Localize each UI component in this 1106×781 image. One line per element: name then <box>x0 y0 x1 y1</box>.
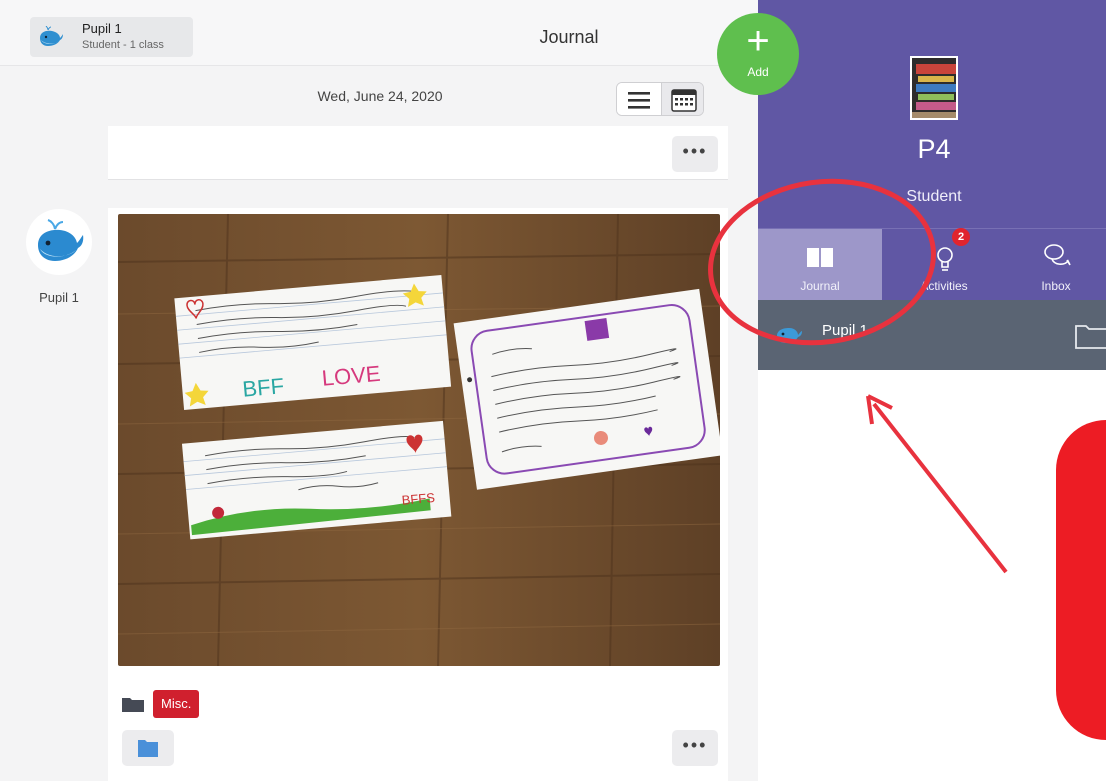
top-bar: Pupil 1 Student - 1 class Journal <box>0 0 758 66</box>
view-toggle <box>616 82 704 116</box>
annotation-arrowhead <box>866 394 893 425</box>
tab-inbox[interactable]: Inbox <box>1006 229 1106 301</box>
post-card: BFF LOVE BFFS Misc. ••• <box>108 208 728 781</box>
add-button-label: Add <box>747 65 769 79</box>
plus-icon: + <box>746 19 770 63</box>
date-row: Wed, June 24, 2020 <box>0 66 758 126</box>
student-strip[interactable]: Pupil 1 <box>758 300 1106 370</box>
student-name: Pupil 1 <box>822 322 868 339</box>
profile-panel: P4 Student <box>758 0 1106 228</box>
folder-icon[interactable] <box>1074 320 1106 350</box>
lightbulb-icon <box>937 247 953 271</box>
more-options-button[interactable]: ••• <box>672 730 718 766</box>
annotation-arrow <box>872 402 1008 574</box>
author-name: Pupil 1 <box>39 290 79 305</box>
calendar-icon <box>671 89 697 112</box>
photo-notes-image: BFF LOVE BFFS <box>118 214 720 666</box>
tab-label: Inbox <box>1041 279 1071 293</box>
tab-activities[interactable]: Activities <box>882 229 1006 301</box>
user-name: Pupil 1 <box>82 21 122 36</box>
page-title: Journal <box>539 27 599 47</box>
svg-text:BFF: BFF <box>241 373 285 402</box>
class-name: P4 <box>917 134 951 164</box>
tab-label: Activities <box>920 279 968 293</box>
add-to-folder-button[interactable] <box>122 730 174 766</box>
screenshot-root: Pupil 1 Student - 1 class Journal Wed, J… <box>0 0 1106 781</box>
svg-text:LOVE: LOVE <box>321 361 382 391</box>
class-photo[interactable] <box>910 56 958 120</box>
whale-icon <box>38 219 84 261</box>
book-icon <box>807 248 833 267</box>
annotation-red-shape <box>1056 420 1106 740</box>
whale-icon <box>40 26 63 46</box>
ellipsis-icon: ••• <box>682 141 708 161</box>
chat-bubbles-icon <box>1044 244 1071 266</box>
folder-icon <box>138 740 158 757</box>
tab-label: Journal <box>800 279 840 293</box>
whale-icon <box>777 328 802 343</box>
folder-tag[interactable]: Misc. <box>153 690 200 718</box>
tab-bar: Journal Activities Inbox <box>758 228 1106 301</box>
list-view-button[interactable] <box>617 83 661 115</box>
avatar <box>26 209 92 275</box>
more-options-button[interactable]: ••• <box>672 136 718 172</box>
user-subtitle: Student - 1 class <box>82 39 164 51</box>
calendar-view-button[interactable] <box>661 83 703 115</box>
user-switcher[interactable]: Pupil 1 Student - 1 class <box>30 17 193 57</box>
ellipsis-icon: ••• <box>682 735 708 755</box>
post-photo[interactable]: BFF LOVE BFFS <box>118 214 720 666</box>
date-label: Wed, June 24, 2020 <box>317 88 443 104</box>
previous-post-card: ••• <box>108 126 728 180</box>
folder-icon <box>122 698 144 712</box>
tab-journal[interactable]: Journal <box>758 229 882 301</box>
list-icon <box>628 92 650 109</box>
class-role: Student <box>906 188 962 205</box>
add-button[interactable]: + Add <box>717 13 799 95</box>
svg-text:BFFS: BFFS <box>401 490 436 508</box>
journal-pane: Pupil 1 Student - 1 class Journal Wed, J… <box>0 0 758 781</box>
notification-badge: 2 <box>952 228 970 246</box>
class-photo-image <box>912 58 956 118</box>
